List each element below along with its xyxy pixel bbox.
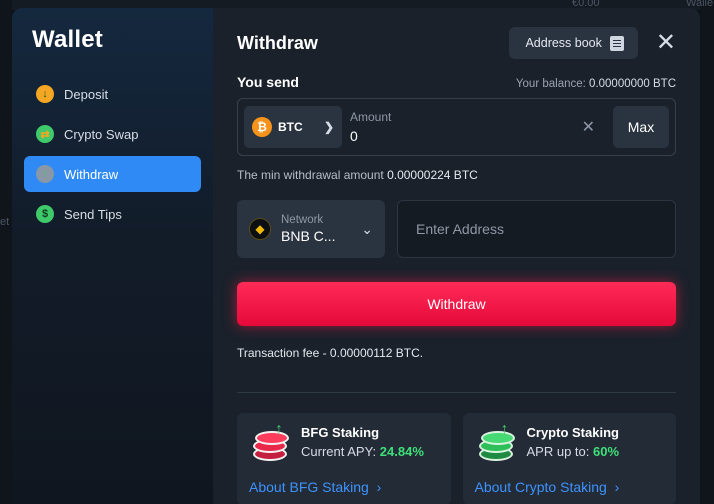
- crypto-chips-icon: ↑: [475, 421, 517, 465]
- stake-text: BFG Staking Current APY: 24.84%: [301, 425, 424, 459]
- stake-card-top: ↑ Crypto Staking APR up to: 60%: [475, 421, 665, 465]
- stake-title: Crypto Staking: [526, 425, 619, 440]
- swap-icon: ⇄: [36, 125, 54, 143]
- stake-title: BFG Staking: [301, 425, 380, 440]
- chevron-right-icon: ›: [610, 479, 620, 495]
- withdraw-button[interactable]: Withdraw: [237, 282, 676, 326]
- about-crypto-staking-link[interactable]: About Crypto Staking ›: [475, 479, 620, 495]
- sidebar-item-withdraw[interactable]: ↑ Withdraw: [24, 156, 201, 192]
- amount-label: Amount: [350, 110, 392, 124]
- page-title: Withdraw: [237, 32, 318, 53]
- bitcoin-icon: ₿: [252, 117, 272, 137]
- network-value: BNB C...: [281, 228, 336, 244]
- sidebar-item-label: Withdraw: [64, 166, 119, 182]
- send-row: You send Your balance: 0.00000000 BTC: [237, 74, 676, 90]
- balance-label: Your balance:: [515, 78, 586, 90]
- stake-apr-label: APR up to:: [526, 444, 590, 459]
- bfg-chips-icon: ↑: [249, 421, 291, 465]
- amount-field: Amount: [350, 110, 574, 144]
- withdraw-icon: ↑: [36, 165, 54, 183]
- stake-text: Crypto Staking APR up to: 60%: [527, 425, 620, 459]
- sidebar-item-label: Send Tips: [64, 206, 122, 222]
- address-input[interactable]: [397, 200, 676, 258]
- network-label: Network: [281, 214, 324, 226]
- transaction-fee: Transaction fee - 0.00000112 BTC.: [237, 346, 424, 360]
- stake-apr-value: 60%: [593, 444, 620, 459]
- close-icon[interactable]: ✕: [656, 31, 676, 55]
- tips-icon: $: [36, 205, 54, 223]
- wallet-modal: Wallet ↓ Deposit ⇄ Crypto Swap ↑ Withdra…: [12, 8, 700, 504]
- sidebar-item-send-tips[interactable]: $ Send Tips: [24, 196, 201, 232]
- coin-select[interactable]: ₿ BTC ❯: [244, 106, 342, 148]
- address-book-label: Address book: [525, 36, 602, 50]
- network-text: Network BNB C...: [281, 214, 335, 244]
- chevron-down-icon: ❯: [323, 120, 334, 134]
- stake-card-top: ↑ BFG Staking Current APY: 24.84%: [249, 421, 439, 465]
- book-icon: [609, 35, 624, 51]
- bnb-icon: ◆: [249, 218, 271, 240]
- min-withdrawal-value: 0.00000224 BTC: [387, 168, 478, 182]
- stake-link-label: About BFG Staking: [249, 479, 369, 495]
- address-book-button[interactable]: Address book: [509, 27, 638, 59]
- you-send-label: You send: [237, 74, 299, 90]
- stake-apy: Current APY: 24.84%: [301, 444, 424, 459]
- clear-icon[interactable]: ✕: [582, 117, 595, 137]
- balance-value: 0.00000000 BTC: [589, 78, 676, 90]
- stake-apr: APR up to: 60%: [527, 444, 620, 459]
- about-bfg-staking-link[interactable]: About BFG Staking ›: [249, 479, 381, 495]
- max-button[interactable]: Max: [613, 106, 669, 148]
- sidebar-item-crypto-swap[interactable]: ⇄ Crypto Swap: [24, 116, 201, 152]
- chevron-right-icon: ›: [372, 479, 382, 495]
- crypto-staking-card: ↑ Crypto Staking APR up to: 60% About Cr…: [462, 413, 676, 504]
- coin-select-value: BTC: [278, 120, 303, 134]
- stake-apy-value: 24.84%: [379, 444, 424, 459]
- divider: [237, 392, 676, 393]
- stake-link-label: About Crypto Staking: [474, 479, 607, 495]
- background-text-fragment: et: [0, 216, 10, 228]
- network-row: ◆ Network BNB C... ⌄: [237, 200, 676, 258]
- sidebar-item-label: Crypto Swap: [64, 126, 139, 142]
- sidebar-title: Wallet: [32, 26, 103, 53]
- sidebar-item-deposit[interactable]: ↓ Deposit: [24, 76, 201, 112]
- bfg-staking-card: ↑ BFG Staking Current APY: 24.84% About …: [237, 413, 451, 504]
- balance-text: Your balance: 0.00000000 BTC: [516, 78, 676, 90]
- header-actions: Address book ✕: [509, 27, 676, 59]
- amount-input[interactable]: [350, 128, 574, 144]
- stake-apy-label: Current APY:: [301, 444, 377, 459]
- amount-box: ₿ BTC ❯ Amount ✕ Max: [237, 98, 676, 156]
- withdraw-panel: Withdraw Address book ✕ You send Your ba…: [213, 8, 700, 504]
- min-withdrawal-note: The min withdrawal amount 0.00000224 BTC: [237, 168, 676, 182]
- deposit-icon: ↓: [36, 85, 54, 103]
- wallet-sidebar: Wallet ↓ Deposit ⇄ Crypto Swap ↑ Withdra…: [12, 8, 213, 504]
- background-left-edge: [0, 0, 12, 504]
- min-withdrawal-text: The min withdrawal amount: [237, 168, 384, 182]
- staking-row: ↑ BFG Staking Current APY: 24.84% About …: [237, 413, 676, 504]
- sidebar-item-label: Deposit: [64, 86, 109, 102]
- panel-header: Withdraw Address book ✕: [237, 26, 676, 60]
- background-right-edge: [700, 0, 714, 504]
- network-select[interactable]: ◆ Network BNB C... ⌄: [237, 200, 385, 258]
- chevron-down-icon: ⌄: [361, 220, 373, 237]
